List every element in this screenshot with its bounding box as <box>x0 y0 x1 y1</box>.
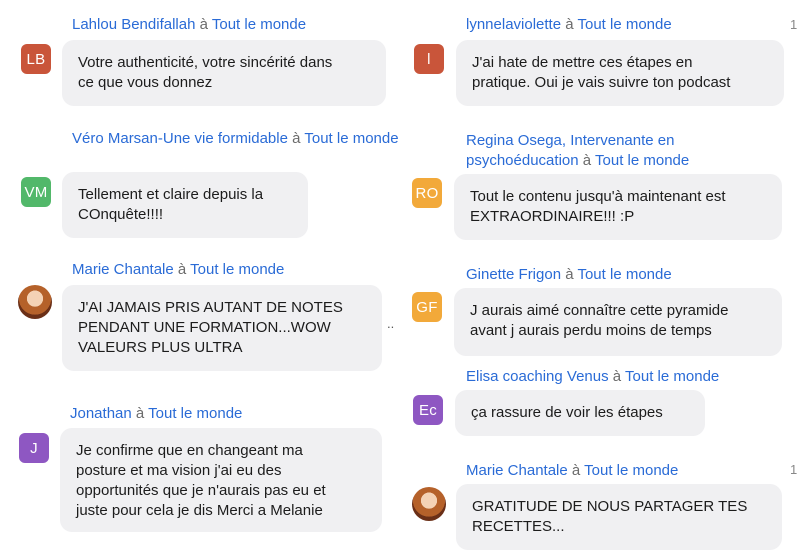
message-line: RECETTES... <box>472 518 565 535</box>
to-separator: à <box>199 16 208 33</box>
recipient-name[interactable]: Tout le monde <box>595 152 689 169</box>
message-line: posture et ma vision j'ai eu des <box>76 462 282 479</box>
profile-photo-avatar <box>18 285 52 319</box>
to-separator: à <box>565 16 574 33</box>
message-line: ce que vous donnez <box>78 74 213 91</box>
message-line: GRATITUDE DE NOUS PARTAGER TES <box>472 498 748 515</box>
to-separator: à <box>135 405 145 422</box>
more-indicator: .. <box>387 316 395 331</box>
to-separator: à <box>565 266 574 283</box>
sender-name[interactable]: Elisa coaching Venus <box>466 368 609 385</box>
avatar: RO <box>412 178 442 208</box>
message-line: J aurais aimé connaître cette pyramide <box>470 302 729 319</box>
recipient-name[interactable]: Tout le monde <box>577 266 671 283</box>
message-header: Véro Marsan-Une vie formidable à Tout le… <box>72 129 402 149</box>
sender-name[interactable]: Ginette Frigon <box>466 266 561 283</box>
message-bubble: Votre authenticité, votre sincérité dans… <box>62 40 386 106</box>
recipient-name[interactable]: Tout le monde <box>625 368 719 385</box>
message-line: Votre authenticité, votre sincérité dans <box>78 54 333 71</box>
message-line: Tellement et claire depuis la <box>78 186 264 203</box>
message-bubble: Tellement et claire depuis la COnquête!!… <box>62 172 308 238</box>
message-line: Je confirme que en changeant ma <box>76 442 303 459</box>
to-separator: à <box>571 462 581 479</box>
sender-name[interactable]: Véro Marsan-Une vie formidable <box>72 130 288 147</box>
message-bubble: Je confirme que en changeant ma posture … <box>60 428 382 532</box>
to-separator: à <box>177 261 187 278</box>
avatar: l <box>414 44 444 74</box>
to-separator: à <box>612 368 622 385</box>
recipient-name[interactable]: Tout le monde <box>190 261 284 278</box>
avatar: GF <box>412 292 442 322</box>
count-marker: 1 <box>790 17 798 32</box>
to-separator: à <box>582 152 592 169</box>
message-header: lynnelaviolette à Tout le monde <box>466 15 786 35</box>
recipient-name[interactable]: Tout le monde <box>304 130 398 147</box>
message-bubble: GRATITUDE DE NOUS PARTAGER TES RECETTES.… <box>456 484 782 550</box>
recipient-name[interactable]: Tout le monde <box>584 462 678 479</box>
recipient-name[interactable]: Tout le monde <box>577 16 671 33</box>
avatar: LB <box>21 44 51 74</box>
to-separator: à <box>292 130 301 147</box>
message-line: EXTRAORDINAIRE!!! :P <box>470 208 635 225</box>
message-header: Regina Osega, Intervenante en psychoéduc… <box>466 131 736 171</box>
sender-name[interactable]: Marie Chantale <box>466 462 568 479</box>
message-line: ça rassure de voir les étapes <box>471 404 663 421</box>
message-line: opportunités que je n'aurais pas eu et <box>76 482 326 499</box>
sender-name[interactable]: Lahlou Bendifallah <box>72 16 195 33</box>
message-line: juste pour cela je dis Merci a Melanie <box>76 502 323 519</box>
sender-name[interactable]: Jonathan <box>70 405 132 422</box>
message-line: pratique. Oui je vais suivre ton podcast <box>472 74 731 91</box>
message-line: VALEURS PLUS ULTRA <box>78 339 243 356</box>
count-marker: 1 <box>790 462 798 477</box>
message-bubble: J'AI JAMAIS PRIS AUTANT DE NOTES PENDANT… <box>62 285 382 371</box>
recipient-name[interactable]: Tout le monde <box>212 16 306 33</box>
message-bubble: J aurais aimé connaître cette pyramide a… <box>454 288 782 356</box>
message-line: J'AI JAMAIS PRIS AUTANT DE NOTES <box>78 299 343 316</box>
message-header: Ginette Frigon à Tout le monde <box>466 265 786 285</box>
message-line: COnquête!!!! <box>78 206 164 223</box>
message-header: Lahlou Bendifallah à Tout le monde <box>72 15 402 35</box>
message-header: Jonathan à Tout le monde <box>70 404 400 424</box>
avatar: Ec <box>413 395 443 425</box>
message-bubble: ça rassure de voir les étapes <box>455 390 705 436</box>
message-line: PENDANT UNE FORMATION...WOW <box>78 319 331 336</box>
profile-photo-avatar <box>412 487 446 521</box>
sender-name[interactable]: lynnelaviolette <box>466 16 561 33</box>
message-header: Marie Chantale à Tout le monde <box>72 260 402 280</box>
message-bubble: J'ai hate de mettre ces étapes en pratiq… <box>456 40 784 106</box>
recipient-name[interactable]: Tout le monde <box>148 405 242 422</box>
message-header: Marie Chantale à Tout le monde <box>466 461 786 481</box>
message-bubble: Tout le contenu jusqu'à maintenant est E… <box>454 174 782 240</box>
message-header: Elisa coaching Venus à Tout le monde <box>466 367 786 387</box>
avatar: J <box>19 433 49 463</box>
avatar: VM <box>21 177 51 207</box>
message-line: avant j aurais perdu moins de temps <box>470 322 712 339</box>
message-line: J'ai hate de mettre ces étapes en <box>472 54 693 71</box>
message-line: Tout le contenu jusqu'à maintenant est <box>470 188 726 205</box>
sender-name[interactable]: Marie Chantale <box>72 261 174 278</box>
